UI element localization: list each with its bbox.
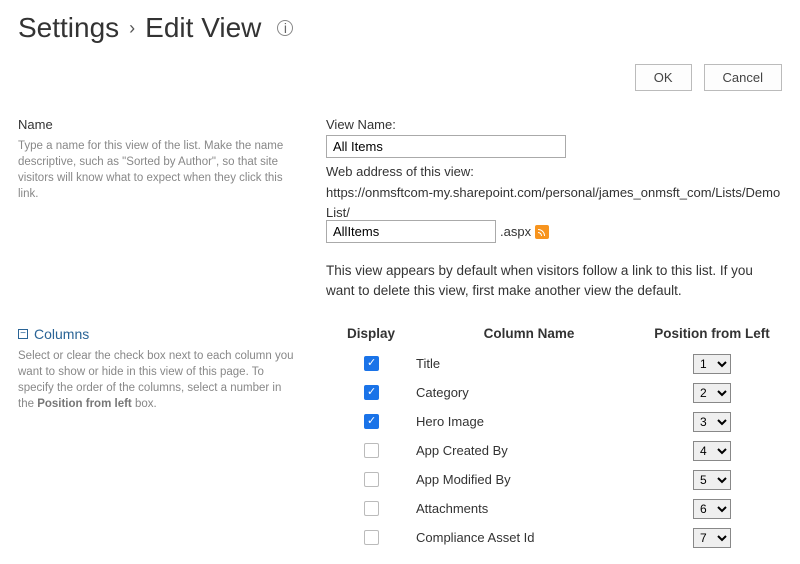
table-row: Hero Image 3 [326, 407, 782, 436]
ok-button[interactable]: OK [635, 64, 692, 91]
position-select[interactable]: 5 [693, 470, 731, 490]
name-section: Name Type a name for this view of the li… [18, 117, 782, 300]
action-buttons: OK Cancel [18, 64, 782, 91]
name-section-desc: Type a name for this view of the list. M… [18, 138, 298, 202]
column-name-cell: Title [416, 356, 642, 371]
rss-icon[interactable] [535, 225, 549, 239]
columns-section-desc: Select or clear the check box next to ea… [18, 348, 298, 412]
web-address-filename-input[interactable] [326, 220, 496, 243]
breadcrumb-settings[interactable]: Settings [18, 12, 119, 44]
table-row: Category 2 [326, 378, 782, 407]
header-column-name: Column Name [416, 326, 642, 341]
column-name-cell: Attachments [416, 501, 642, 516]
display-checkbox[interactable] [364, 356, 379, 371]
display-checkbox[interactable] [364, 414, 379, 429]
table-row: App Created By 4 [326, 436, 782, 465]
default-view-note: This view appears by default when visito… [326, 261, 782, 300]
table-row: App Modified By 5 [326, 465, 782, 494]
position-select[interactable]: 1 [693, 354, 731, 374]
column-name-cell: Category [416, 385, 642, 400]
columns-collapse-toggle[interactable]: − Columns [18, 326, 298, 342]
view-name-input[interactable] [326, 135, 566, 158]
web-address-prefix: https://onmsftcom-my.sharepoint.com/pers… [326, 183, 782, 222]
header-display: Display [326, 326, 416, 341]
info-icon[interactable]: i [277, 20, 293, 36]
display-checkbox[interactable] [364, 472, 379, 487]
chevron-right-icon: › [129, 18, 135, 39]
display-checkbox[interactable] [364, 501, 379, 516]
header-position: Position from Left [642, 326, 782, 341]
position-select[interactable]: 4 [693, 441, 731, 461]
cancel-button[interactable]: Cancel [704, 64, 782, 91]
columns-header-row: Display Column Name Position from Left [326, 326, 782, 349]
column-name-cell: App Modified By [416, 472, 642, 487]
name-section-title: Name [18, 117, 298, 132]
display-checkbox[interactable] [364, 530, 379, 545]
table-row: Attachments 6 [326, 494, 782, 523]
web-address-ext: .aspx [500, 224, 531, 239]
position-select[interactable]: 6 [693, 499, 731, 519]
column-name-cell: Compliance Asset Id [416, 530, 642, 545]
web-address-label: Web address of this view: [326, 164, 782, 179]
columns-section: − Columns Select or clear the check box … [18, 326, 782, 552]
column-name-cell: App Created By [416, 443, 642, 458]
page-header: Settings › Edit View i [18, 12, 782, 44]
columns-section-title: Columns [34, 326, 89, 342]
column-name-cell: Hero Image [416, 414, 642, 429]
position-select[interactable]: 3 [693, 412, 731, 432]
table-row: Title 1 [326, 349, 782, 378]
collapse-icon: − [18, 329, 28, 339]
table-row: Compliance Asset Id 7 [326, 523, 782, 552]
page-title: Edit View [145, 12, 261, 44]
display-checkbox[interactable] [364, 443, 379, 458]
position-select[interactable]: 7 [693, 528, 731, 548]
position-select[interactable]: 2 [693, 383, 731, 403]
display-checkbox[interactable] [364, 385, 379, 400]
view-name-label: View Name: [326, 117, 782, 132]
